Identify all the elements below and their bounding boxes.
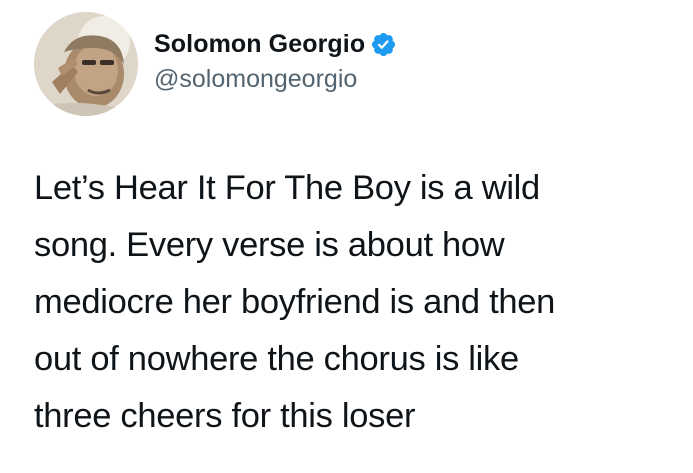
tweet-text-line: song. Every verse is about how bbox=[34, 226, 505, 264]
tweet-text-line: out of nowhere the chorus is like bbox=[34, 340, 519, 378]
tweet-text: Let’s Hear It For The Boy is a wild song… bbox=[34, 160, 684, 445]
author-handle[interactable]: @solomongeorgio bbox=[154, 65, 397, 94]
tweet-text-line: Let’s Hear It For The Boy is a wild bbox=[34, 169, 540, 207]
tweet-card: Solomon Georgio @solomongeorgio Let’s He… bbox=[0, 0, 693, 473]
tweet-header: Solomon Georgio @solomongeorgio bbox=[34, 12, 397, 116]
tweet-text-line: mediocre her boyfriend is and then bbox=[34, 283, 556, 321]
avatar[interactable] bbox=[34, 12, 138, 116]
name-row: Solomon Georgio bbox=[154, 27, 397, 63]
verified-badge-icon bbox=[370, 31, 397, 58]
avatar-photo-icon bbox=[34, 12, 138, 116]
tweet-text-line: three cheers for this loser bbox=[34, 397, 416, 435]
author-names: Solomon Georgio @solomongeorgio bbox=[154, 27, 397, 94]
display-name[interactable]: Solomon Georgio bbox=[154, 30, 365, 59]
